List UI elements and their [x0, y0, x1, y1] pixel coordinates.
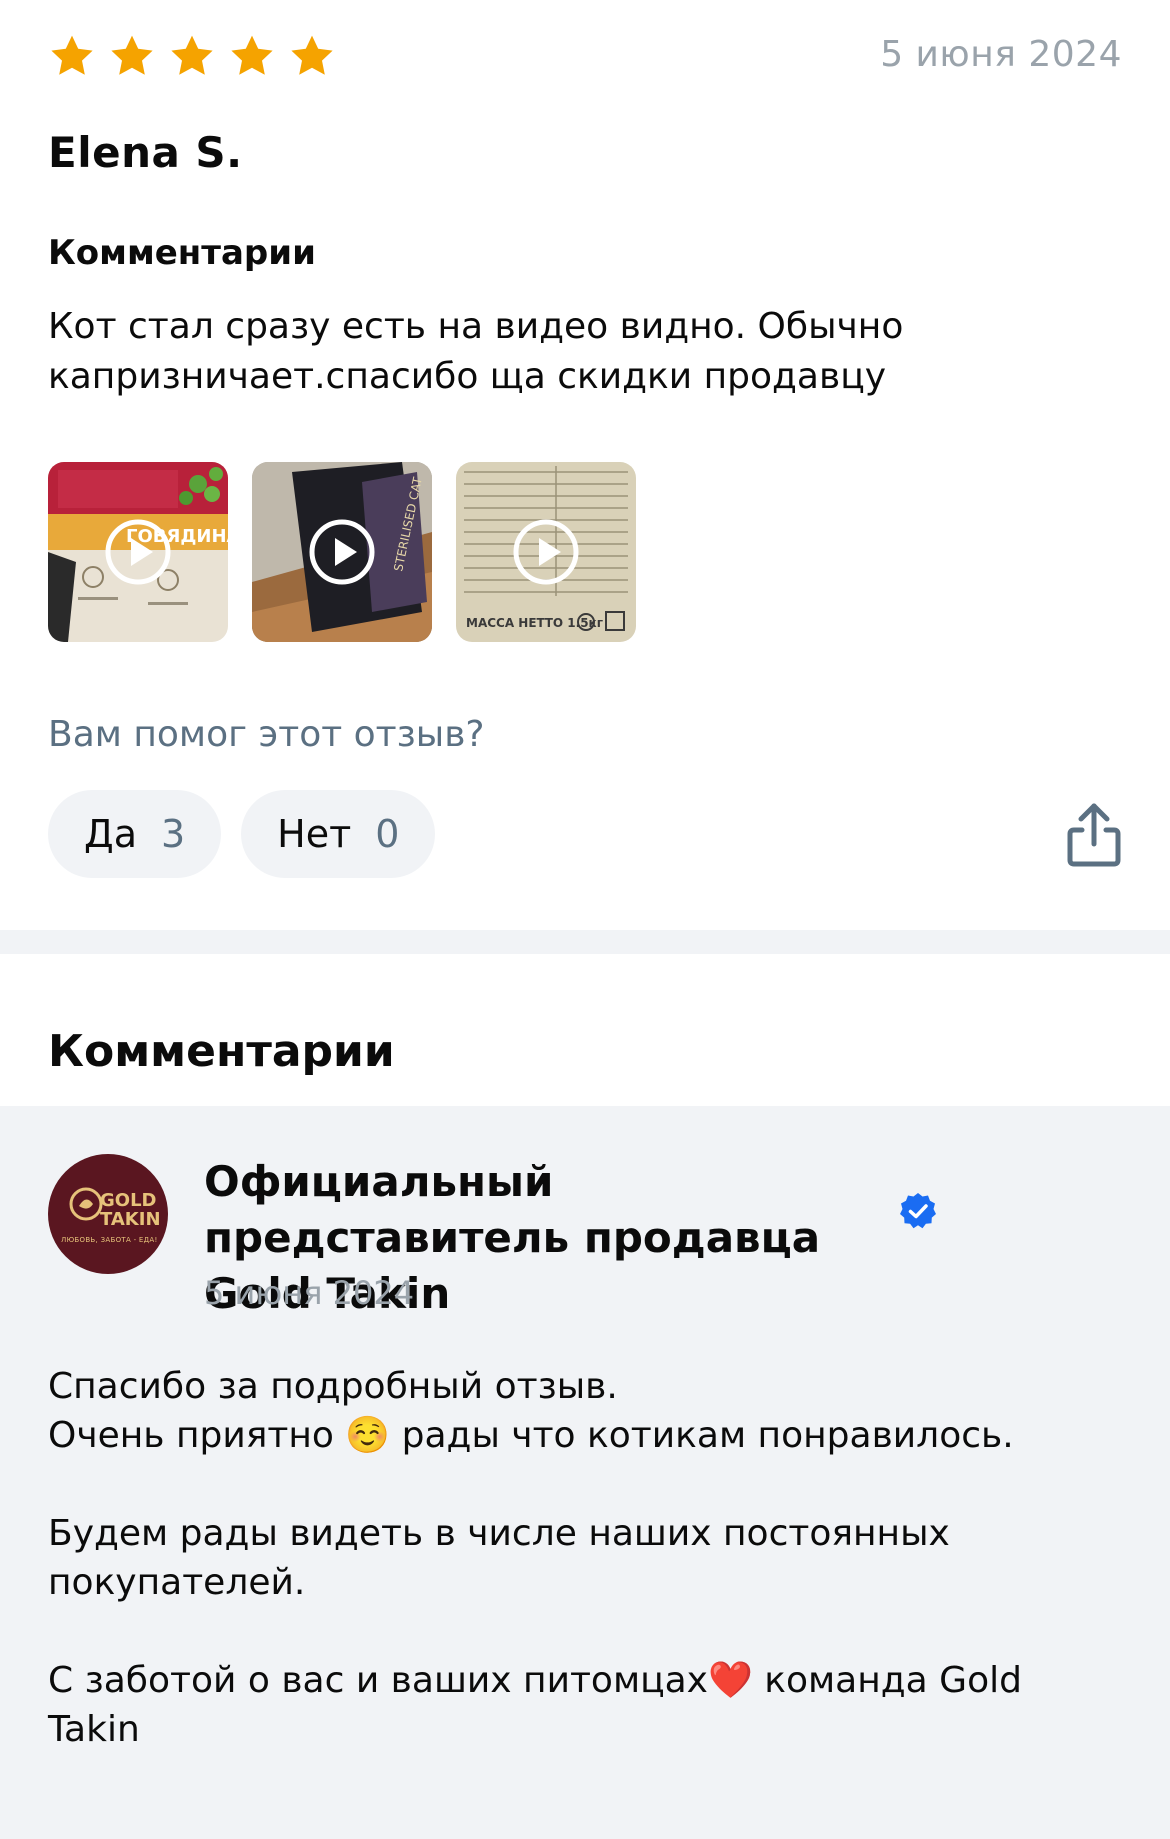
vote-no-button[interactable]: Нет 0 [241, 790, 436, 878]
logo-line: GOLD [100, 1190, 157, 1211]
vote-no-label: Нет [277, 812, 352, 856]
logo-tagline: ЛЮБОВЬ, ЗАБОТА - ЕДА! [61, 1236, 158, 1244]
section-divider [0, 930, 1170, 954]
reply-text: Спасибо за подробный отзыв. Очень приятн… [48, 1362, 1118, 1754]
review-card: 5 июня 2024 Elena S. Комментарии Кот ста… [0, 0, 1170, 930]
review-text-line: Кот стал сразу есть на видео видно. Обыч… [48, 306, 904, 347]
vote-yes-button[interactable]: Да 3 [48, 790, 222, 878]
star-icon [291, 35, 333, 75]
share-icon[interactable] [1064, 800, 1124, 870]
vote-yes-count: 3 [160, 812, 186, 856]
star-icon [171, 35, 213, 75]
play-icon [105, 519, 171, 585]
media-gallery: ГОВЯДИНА STERILISED CAT [48, 462, 636, 642]
verified-check-icon [900, 1193, 936, 1229]
star-icon [231, 35, 273, 75]
play-icon [309, 519, 375, 585]
star-icon [51, 35, 93, 75]
comments-heading: Комментарии [48, 1026, 395, 1077]
reply-line: Будем рады видеть в числе наших постоянн… [48, 1513, 950, 1603]
review-text: Кот стал сразу есть на видео видно. Обыч… [48, 302, 1108, 402]
star-icon [111, 35, 153, 75]
vote-no-count: 0 [375, 812, 400, 856]
video-thumbnail[interactable]: STERILISED CAT [252, 462, 432, 642]
review-author: Elena S. [48, 128, 243, 177]
seller-logo: GOLD TAKIN ЛЮБОВЬ, ЗАБОТА - ЕДА! [48, 1154, 168, 1274]
review-section-title: Комментарии [48, 233, 316, 273]
logo-text: GOLD TAKIN [100, 1191, 161, 1229]
helpful-question: Вам помог этот отзыв? [48, 714, 485, 755]
reply-date: 5 июня 2024 [204, 1274, 415, 1312]
reply-line: Очень приятно ☺️ рады что котикам понрав… [48, 1415, 1014, 1456]
review-text-line: капризничает.спасибо ща скидки продавцу [48, 356, 887, 397]
vote-row: Да 3 Нет 0 [48, 790, 436, 878]
reply-line: С заботой о вас и ваших питомцах❤️ коман… [48, 1660, 1022, 1750]
reply-line: Спасибо за подробный отзыв. [48, 1366, 618, 1407]
logo-line: TAKIN [100, 1209, 161, 1230]
play-icon [513, 519, 579, 585]
video-thumbnail[interactable]: МАССА НЕТТО 1.5кг [456, 462, 636, 642]
vote-yes-label: Да [84, 812, 137, 856]
seller-reply: GOLD TAKIN ЛЮБОВЬ, ЗАБОТА - ЕДА! Официал… [0, 1106, 1170, 1839]
thumbnail-caption: МАССА НЕТТО 1.5кг [466, 616, 603, 630]
review-date: 5 июня 2024 [880, 34, 1122, 75]
video-thumbnail[interactable]: ГОВЯДИНА [48, 462, 228, 642]
rating-stars [48, 32, 336, 80]
